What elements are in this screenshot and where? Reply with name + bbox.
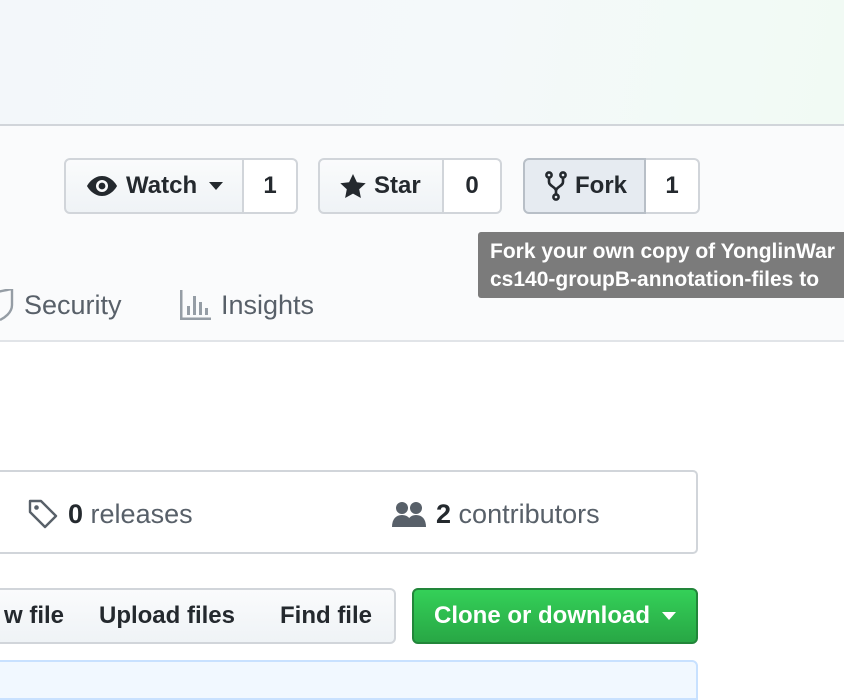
eye-icon [86,175,118,197]
tab-security[interactable]: Security [0,284,122,326]
watch-label: Watch [126,172,198,199]
contributors-label: contributors [458,498,600,529]
releases-link[interactable]: 0 releases [28,472,193,556]
page-top-banner [0,0,844,126]
repo-summary: 0 releases 2 contributors [0,470,698,554]
releases-count: 0 [68,498,84,529]
fork-tooltip: Fork your own copy of YonglinWar cs140-g… [478,232,844,298]
find-file-button[interactable]: Find file [258,588,396,644]
tab-insights-label: Insights [221,289,315,320]
tab-security-label: Security [24,289,122,320]
star-button[interactable]: Star [318,158,444,214]
watch-group: Watch 1 [64,158,298,214]
releases-label: releases [90,498,193,529]
commit-info-bar [0,660,698,700]
watch-button[interactable]: Watch [64,158,244,214]
fork-count[interactable]: 1 [646,158,700,214]
star-icon [340,173,366,199]
fork-label: Fork [575,172,628,199]
contributors-count: 2 [436,498,452,529]
chevron-down-icon [662,612,676,620]
star-group: Star 0 [318,158,502,214]
create-new-file-button[interactable]: w file [0,588,78,644]
contributors-link[interactable]: 2 contributors [392,472,600,556]
graph-icon [179,290,211,320]
fork-group: Fork 1 [523,158,700,214]
shield-icon [0,289,14,321]
watch-count[interactable]: 1 [244,158,298,214]
tooltip-line-1: Fork your own copy of YonglinWar [490,240,835,263]
people-icon [392,501,426,527]
tooltip-line-2: cs140-groupB-annotation-files to [490,268,820,291]
fork-button[interactable]: Fork [523,158,646,214]
star-label: Star [374,172,421,199]
star-count[interactable]: 0 [444,158,502,214]
upload-files-button[interactable]: Upload files [76,588,260,644]
clone-label: Clone or download [434,602,650,629]
chevron-down-icon [209,182,224,190]
tab-insights[interactable]: Insights [179,284,314,326]
repo-forked-icon [545,171,567,201]
clone-or-download-button[interactable]: Clone or download [412,588,698,644]
tag-icon [28,499,58,529]
